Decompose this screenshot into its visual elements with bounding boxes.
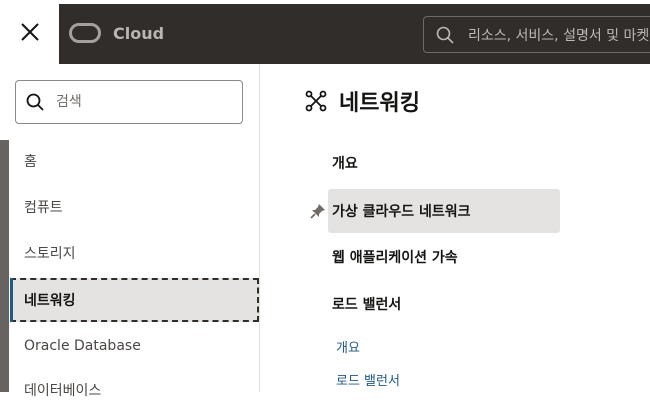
nav-item-label: 네트워킹 bbox=[24, 293, 76, 309]
section-heading: 네트워킹 bbox=[305, 85, 420, 117]
close-icon bbox=[20, 23, 39, 41]
global-search-placeholder: 리소스, 서비스, 설명서 및 마켓플레이스 검색 bbox=[468, 27, 650, 44]
nav-item-storage[interactable]: 스토리지 bbox=[10, 231, 259, 275]
nav-item-home[interactable]: 홈 bbox=[10, 139, 259, 183]
section-item-overview[interactable]: 개요 bbox=[328, 141, 560, 185]
search-icon bbox=[26, 93, 44, 111]
global-search-box[interactable]: 리소스, 서비스, 설명서 및 마켓플레이스 검색 bbox=[423, 16, 650, 53]
nav-item-label: 홈 bbox=[24, 154, 37, 170]
nav-search-input[interactable] bbox=[54, 93, 228, 111]
section-item-web-app-acceleration[interactable]: 웹 애플리케이션 가속 bbox=[328, 235, 560, 279]
pin-icon[interactable] bbox=[310, 203, 326, 219]
nav-item-databases[interactable]: 데이터베이스 bbox=[10, 368, 259, 412]
nav-item-label: 컴퓨트 bbox=[24, 200, 63, 216]
logo-text: Cloud bbox=[113, 23, 165, 43]
nav-item-networking[interactable]: 네트워킹 bbox=[10, 278, 259, 322]
nav-item-compute[interactable]: 컴퓨트 bbox=[10, 185, 259, 229]
close-menu-button[interactable] bbox=[0, 0, 59, 64]
nav-scroll-stripe bbox=[0, 140, 9, 392]
search-icon bbox=[436, 26, 454, 44]
oracle-logo-icon bbox=[69, 23, 101, 43]
section-item-vcn[interactable]: 가상 클라우드 네트워크 bbox=[328, 189, 560, 233]
link-load-balancer-overview[interactable]: 개요 bbox=[336, 337, 360, 356]
section-item-label: 개요 bbox=[332, 156, 358, 172]
nav-search-box[interactable] bbox=[15, 80, 243, 124]
section-item-label: 웹 애플리케이션 가속 bbox=[332, 250, 458, 266]
network-icon bbox=[305, 90, 327, 112]
section-title: 네트워킹 bbox=[339, 91, 420, 116]
link-load-balancers[interactable]: 로드 밸런서 bbox=[336, 370, 400, 389]
nav-item-oracle-database[interactable]: Oracle Database bbox=[10, 324, 259, 368]
nav-item-label: Oracle Database bbox=[24, 338, 141, 354]
section-item-load-balancer[interactable]: 로드 밸런서 bbox=[328, 282, 560, 326]
section-item-label: 가상 클라우드 네트워크 bbox=[332, 204, 471, 220]
section-item-label: 로드 밸런서 bbox=[332, 297, 402, 313]
nav-item-label: 데이터베이스 bbox=[24, 383, 102, 399]
oracle-cloud-logo[interactable]: Cloud bbox=[69, 23, 164, 43]
nav-item-label: 스토리지 bbox=[24, 246, 76, 262]
top-header-bar: Cloud 리소스, 서비스, 설명서 및 마켓플레이스 검색 bbox=[59, 4, 650, 64]
